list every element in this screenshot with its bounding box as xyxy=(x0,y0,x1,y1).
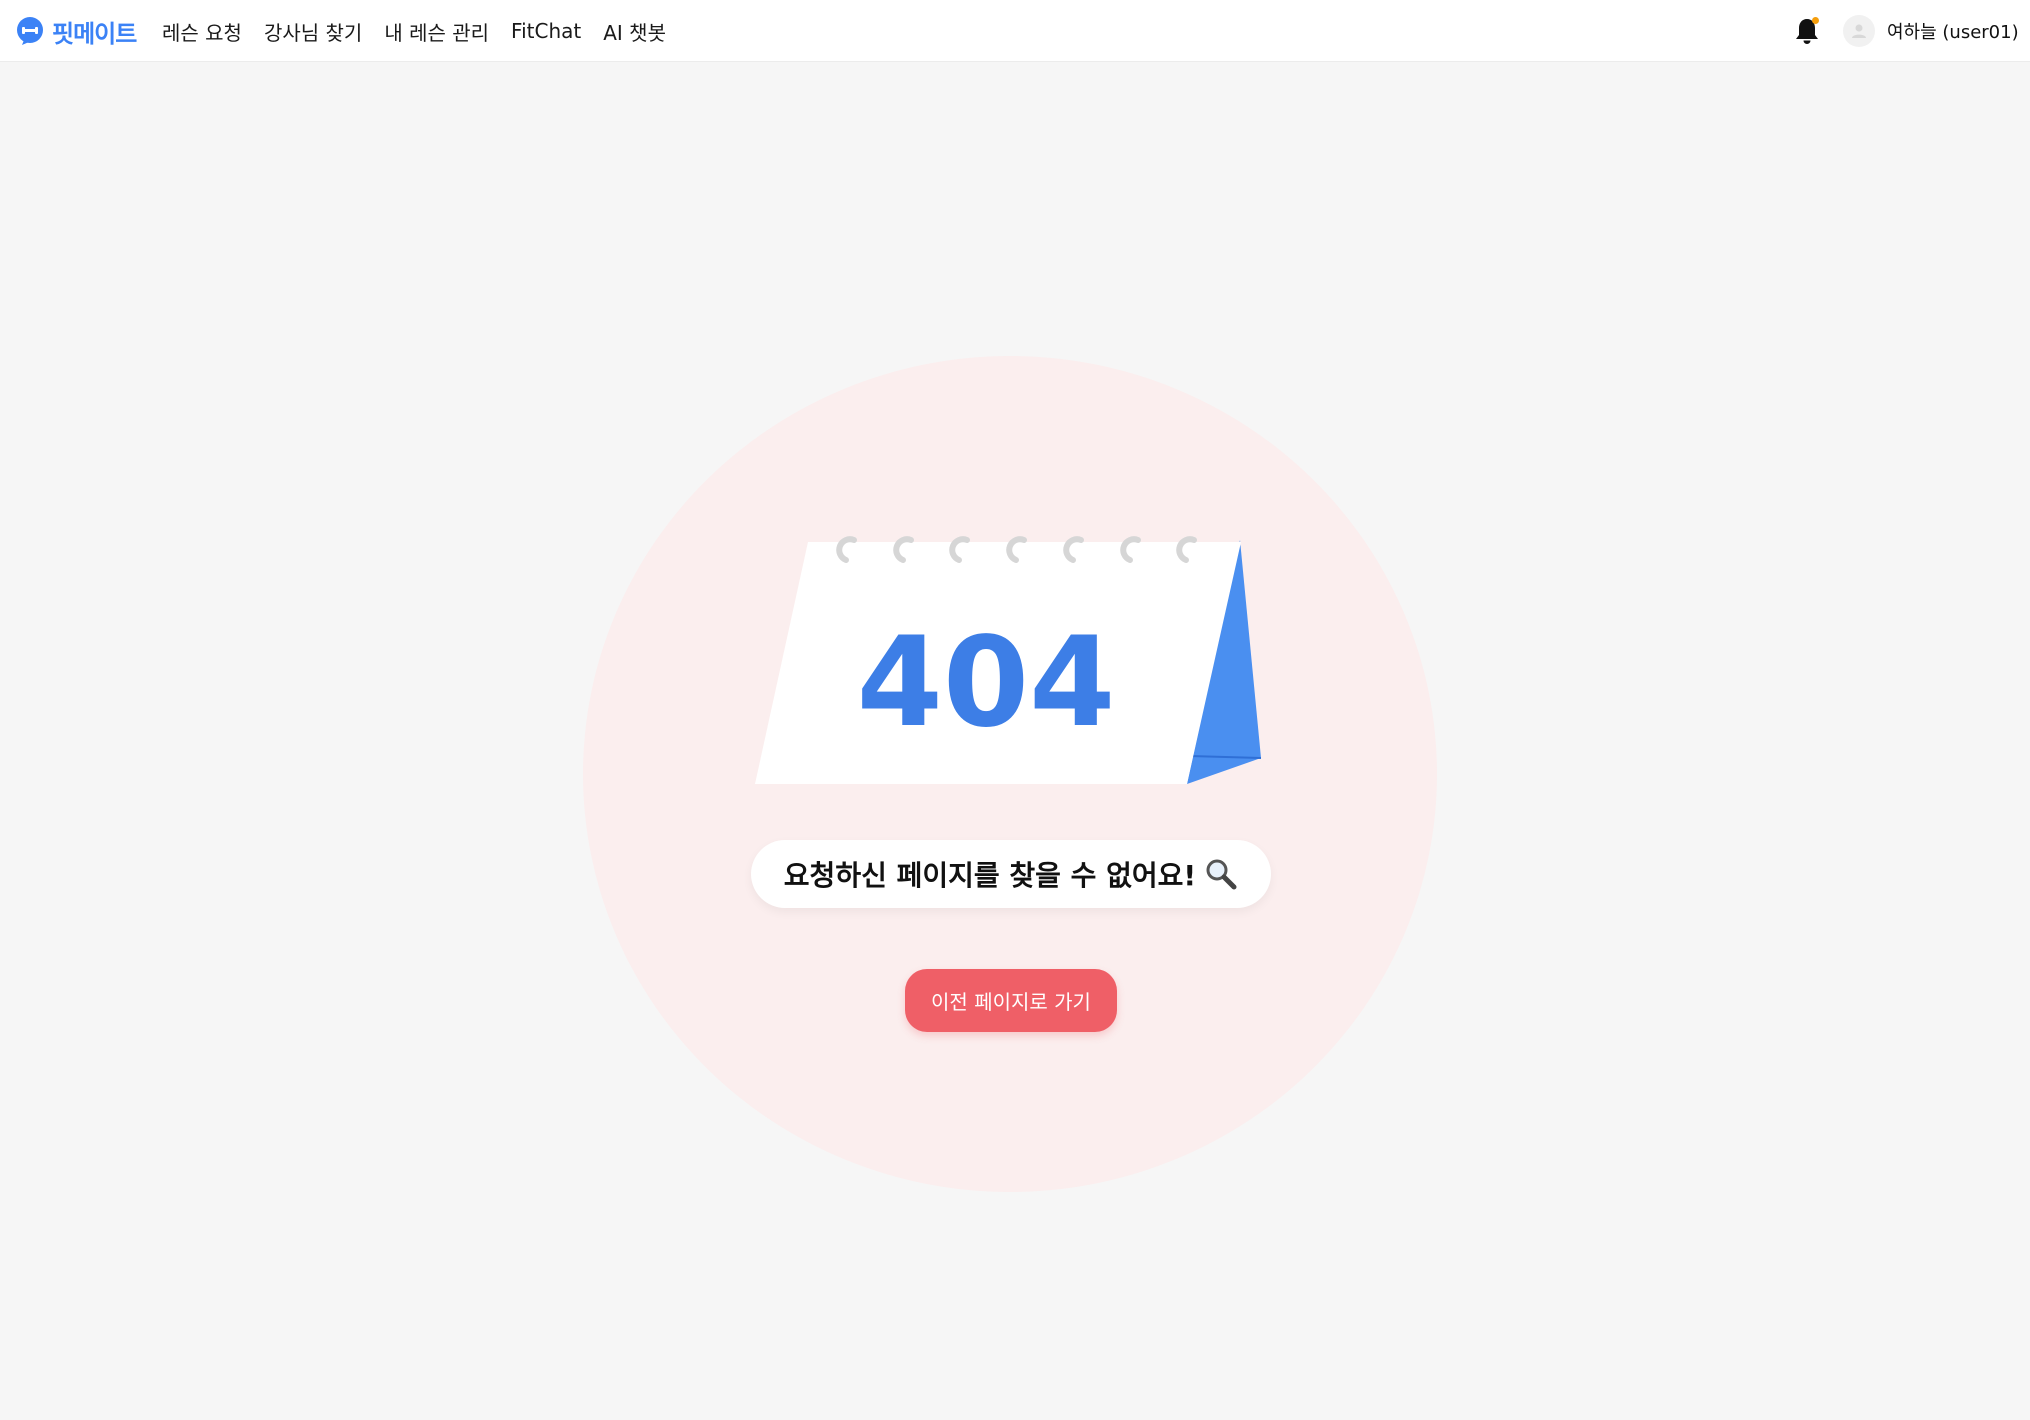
nav-find-trainer[interactable]: 강사님 찾기 xyxy=(264,17,362,46)
nav-my-lessons[interactable]: 내 레슨 관리 xyxy=(384,17,489,46)
logo-icon xyxy=(17,17,43,45)
logo[interactable]: 핏메이트 xyxy=(16,14,137,48)
calendar-404-illustration: 404 xyxy=(755,536,1262,784)
user-name: 여하늘 (user01) xyxy=(1887,22,2019,43)
user-placeholder-icon xyxy=(1852,24,1866,38)
main-nav: 레슨 요청 강사님 찾기 내 레슨 관리 FitChat AI 챗봇 xyxy=(162,0,666,62)
notification-bell-button[interactable] xyxy=(1792,16,1822,46)
error-message: 요청하신 페이지를 찾을 수 없어요! xyxy=(783,859,1197,892)
logo-text: 핏메이트 xyxy=(52,19,137,48)
top-navigation-bar: 핏메이트 레슨 요청 강사님 찾기 내 레슨 관리 FitChat AI 챗봇 … xyxy=(0,0,2030,62)
avatar xyxy=(1843,15,1875,47)
go-back-button[interactable]: 이전 페이지로 가기 xyxy=(905,969,1117,1032)
error-code: 404 xyxy=(857,611,1116,755)
error-message-pill: 요청하신 페이지를 찾을 수 없어요! xyxy=(751,840,1271,908)
nav-fitchat[interactable]: FitChat xyxy=(511,19,581,43)
nav-ai-chatbot[interactable]: AI 챗봇 xyxy=(603,17,666,46)
nav-lesson-request[interactable]: 레슨 요청 xyxy=(162,17,242,46)
magnifier-icon xyxy=(1206,859,1237,890)
user-menu[interactable]: 여하늘 (user01) xyxy=(1843,14,2019,48)
notification-dot xyxy=(1812,17,1819,24)
